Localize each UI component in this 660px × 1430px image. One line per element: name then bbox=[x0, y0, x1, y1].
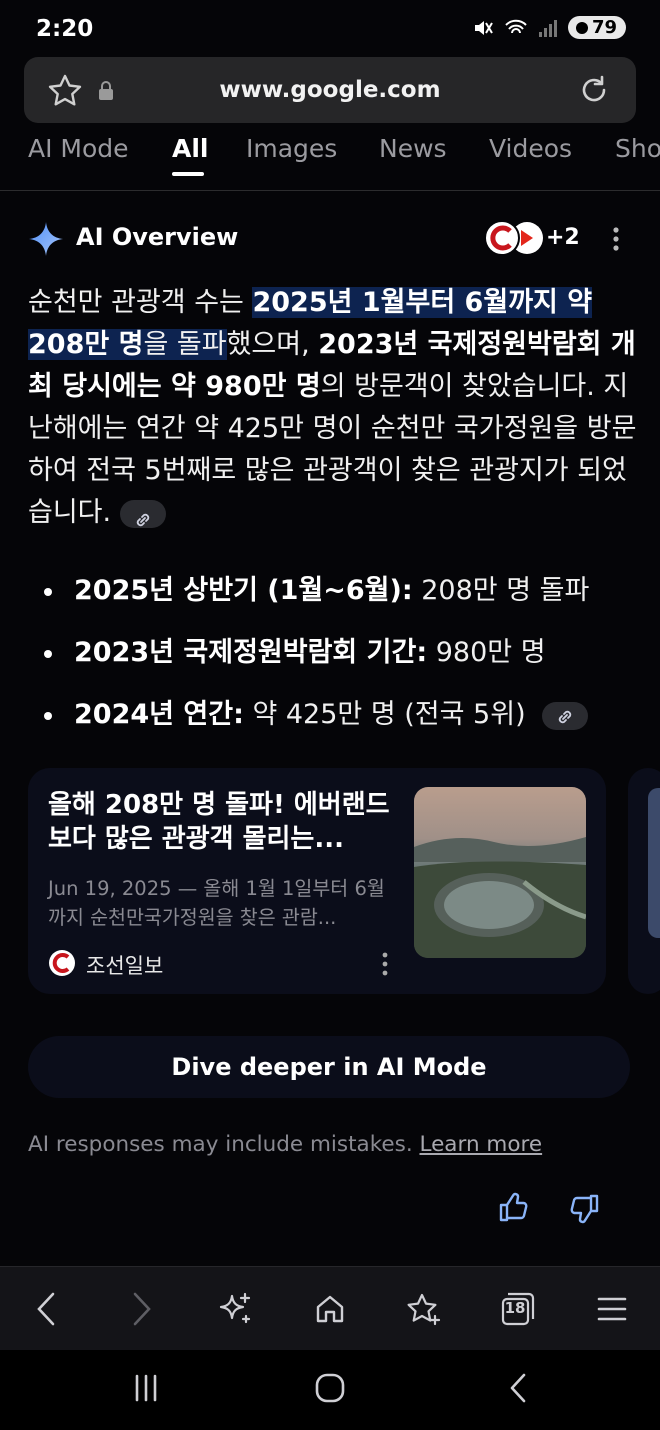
tabs-button[interactable]: 18 bbox=[496, 1287, 540, 1331]
signal-icon bbox=[538, 19, 557, 37]
next-source-card[interactable] bbox=[628, 768, 660, 994]
home-button[interactable] bbox=[310, 1289, 350, 1329]
system-nav-bar bbox=[0, 1350, 660, 1430]
bullet-dot bbox=[44, 649, 52, 658]
thumbs-up-icon[interactable] bbox=[498, 1191, 530, 1223]
source-count[interactable]: +2 bbox=[546, 225, 580, 250]
menu-button[interactable] bbox=[594, 1289, 630, 1329]
ai-overview-title: AI Overview bbox=[76, 223, 239, 251]
reload-icon[interactable] bbox=[578, 74, 610, 106]
hamburger-menu-icon bbox=[597, 1297, 627, 1321]
para-text-3: 했으며, bbox=[226, 329, 319, 360]
status-icons: 79 bbox=[472, 16, 626, 39]
wifi-icon bbox=[505, 19, 527, 33]
recent-apps-icon bbox=[135, 1374, 157, 1402]
mute-icon bbox=[474, 20, 493, 35]
tab-shopping[interactable]: Sho bbox=[615, 134, 660, 163]
card-thumbnail[interactable] bbox=[414, 787, 586, 958]
bullet-text: 980만 명 bbox=[427, 637, 546, 668]
tab-images[interactable]: Images bbox=[246, 134, 337, 163]
url-bar[interactable]: www.google.com bbox=[24, 57, 636, 123]
ai-assist-button[interactable] bbox=[216, 1287, 256, 1331]
more-options-icon[interactable] bbox=[612, 227, 620, 251]
tab-count: 18 bbox=[504, 1299, 526, 1317]
back-button[interactable] bbox=[28, 1289, 64, 1329]
bullet-label: 2023년 국제정원박람회 기간: bbox=[74, 637, 428, 668]
para-text-1: 순천만 관광객 수는 bbox=[28, 287, 253, 318]
card-title[interactable]: 올해 208만 명 돌파! 에버랜드보다 많은 관광객 몰리는... bbox=[48, 788, 398, 856]
status-time: 2:20 bbox=[36, 16, 94, 42]
bullet-label: 2025년 상반기 (1월~6월): bbox=[74, 575, 413, 606]
bullet-dot bbox=[44, 711, 52, 720]
link-icon bbox=[559, 710, 572, 723]
learn-more-link[interactable]: Learn more bbox=[419, 1132, 542, 1157]
bullet-text: 208만 명 돌파 bbox=[412, 575, 590, 606]
active-tab-indicator bbox=[172, 172, 204, 176]
sparkles-icon bbox=[219, 1292, 251, 1324]
card-source-name: 조선일보 bbox=[86, 954, 164, 978]
link-icon bbox=[136, 513, 149, 526]
tab-ai-mode[interactable]: AI Mode bbox=[28, 134, 129, 163]
card-more-icon[interactable] bbox=[381, 952, 389, 976]
chosun-favicon-icon bbox=[484, 220, 543, 256]
forward-button[interactable] bbox=[124, 1289, 160, 1329]
battery-indicator: 79 bbox=[567, 16, 626, 39]
tab-news[interactable]: News bbox=[379, 134, 447, 163]
system-back-button[interactable] bbox=[498, 1370, 538, 1406]
star-plus-icon bbox=[407, 1293, 441, 1326]
list-item: 2025년 상반기 (1월~6월): 208만 명 돌파 bbox=[44, 568, 589, 607]
url-text[interactable]: www.google.com bbox=[24, 77, 636, 103]
citation-link-button[interactable] bbox=[119, 499, 166, 528]
dive-deeper-button[interactable]: Dive deeper in AI Mode bbox=[28, 1036, 630, 1098]
ai-overview-paragraph: 순천만 관광객 수는 2025년 1월부터 6월까지 약 208만 명을 돌파했… bbox=[28, 282, 638, 534]
ai-disclaimer: AI responses may include mistakes. Learn… bbox=[28, 1132, 542, 1157]
back-arrow-icon bbox=[37, 1292, 55, 1326]
home-icon bbox=[316, 1295, 344, 1323]
forward-arrow-icon bbox=[133, 1292, 151, 1326]
para-text-2: 을 돌파 bbox=[143, 329, 227, 360]
tab-videos[interactable]: Videos bbox=[489, 134, 572, 163]
search-tabs: AI Mode All Images News Videos Sho bbox=[0, 130, 660, 191]
browser-toolbar: 18 bbox=[0, 1266, 660, 1351]
card-snippet: Jun 19, 2025 — 올해 1월 1일부터 6월까지 순천만국가정원을 … bbox=[48, 877, 385, 929]
tab-all[interactable]: All bbox=[172, 134, 209, 163]
thumbs-down-icon[interactable] bbox=[568, 1193, 600, 1225]
source-favicons[interactable] bbox=[483, 219, 545, 261]
citation-link-button[interactable] bbox=[542, 701, 589, 730]
bullet-label: 2024년 연간: bbox=[74, 699, 244, 730]
list-item: 2024년 연간: 약 425만 명 (전국 5위) bbox=[44, 692, 589, 731]
chosun-logo-icon bbox=[49, 950, 75, 976]
bullet-text: 약 425만 명 (전국 5위) bbox=[243, 699, 526, 730]
recent-apps-button[interactable] bbox=[126, 1370, 166, 1406]
next-card-thumbnail bbox=[648, 788, 660, 938]
garden-aerial-image bbox=[414, 837, 586, 958]
system-back-icon bbox=[510, 1373, 526, 1403]
bookmarks-button[interactable] bbox=[404, 1289, 444, 1329]
disclaimer-text: AI responses may include mistakes. bbox=[28, 1132, 420, 1157]
bullet-dot bbox=[44, 587, 52, 596]
system-home-button[interactable] bbox=[310, 1370, 350, 1406]
gemini-sparkle-icon bbox=[29, 222, 63, 256]
list-item: 2023년 국제정원박람회 기간: 980만 명 bbox=[44, 630, 546, 669]
system-home-icon bbox=[315, 1373, 345, 1403]
